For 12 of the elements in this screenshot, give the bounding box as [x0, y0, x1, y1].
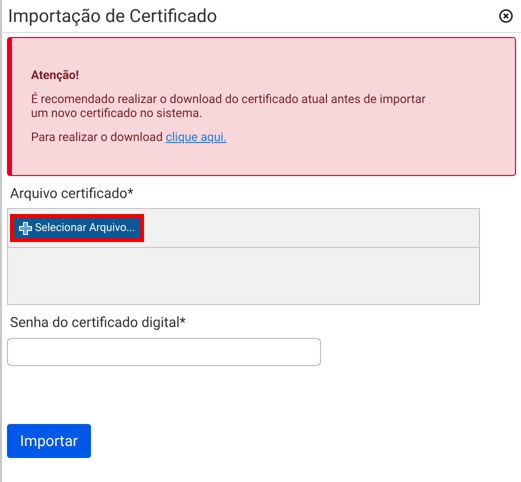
file-field-label: Arquivo certificado* — [10, 185, 134, 203]
import-button[interactable]: Importar — [7, 424, 91, 458]
file-drop-area[interactable]: Selecionar Arquivo... — [7, 208, 480, 305]
plus-icon — [19, 222, 32, 234]
alert-message: É recomendado realizar o download do certificado atual antes de importar um novo certificado no sistema. — [31, 92, 427, 120]
select-file-button[interactable]: Selecionar Arquivo... — [12, 216, 142, 240]
password-field-label: Senha do certificado digital* — [10, 314, 187, 332]
close-icon[interactable] — [499, 9, 513, 23]
download-instruction: Para realizar o download clique aqui. — [31, 130, 228, 144]
alert-heading: Atenção! — [31, 67, 80, 84]
dialog-title: Importação de Certificado — [8, 4, 218, 28]
password-field[interactable] — [7, 338, 321, 366]
